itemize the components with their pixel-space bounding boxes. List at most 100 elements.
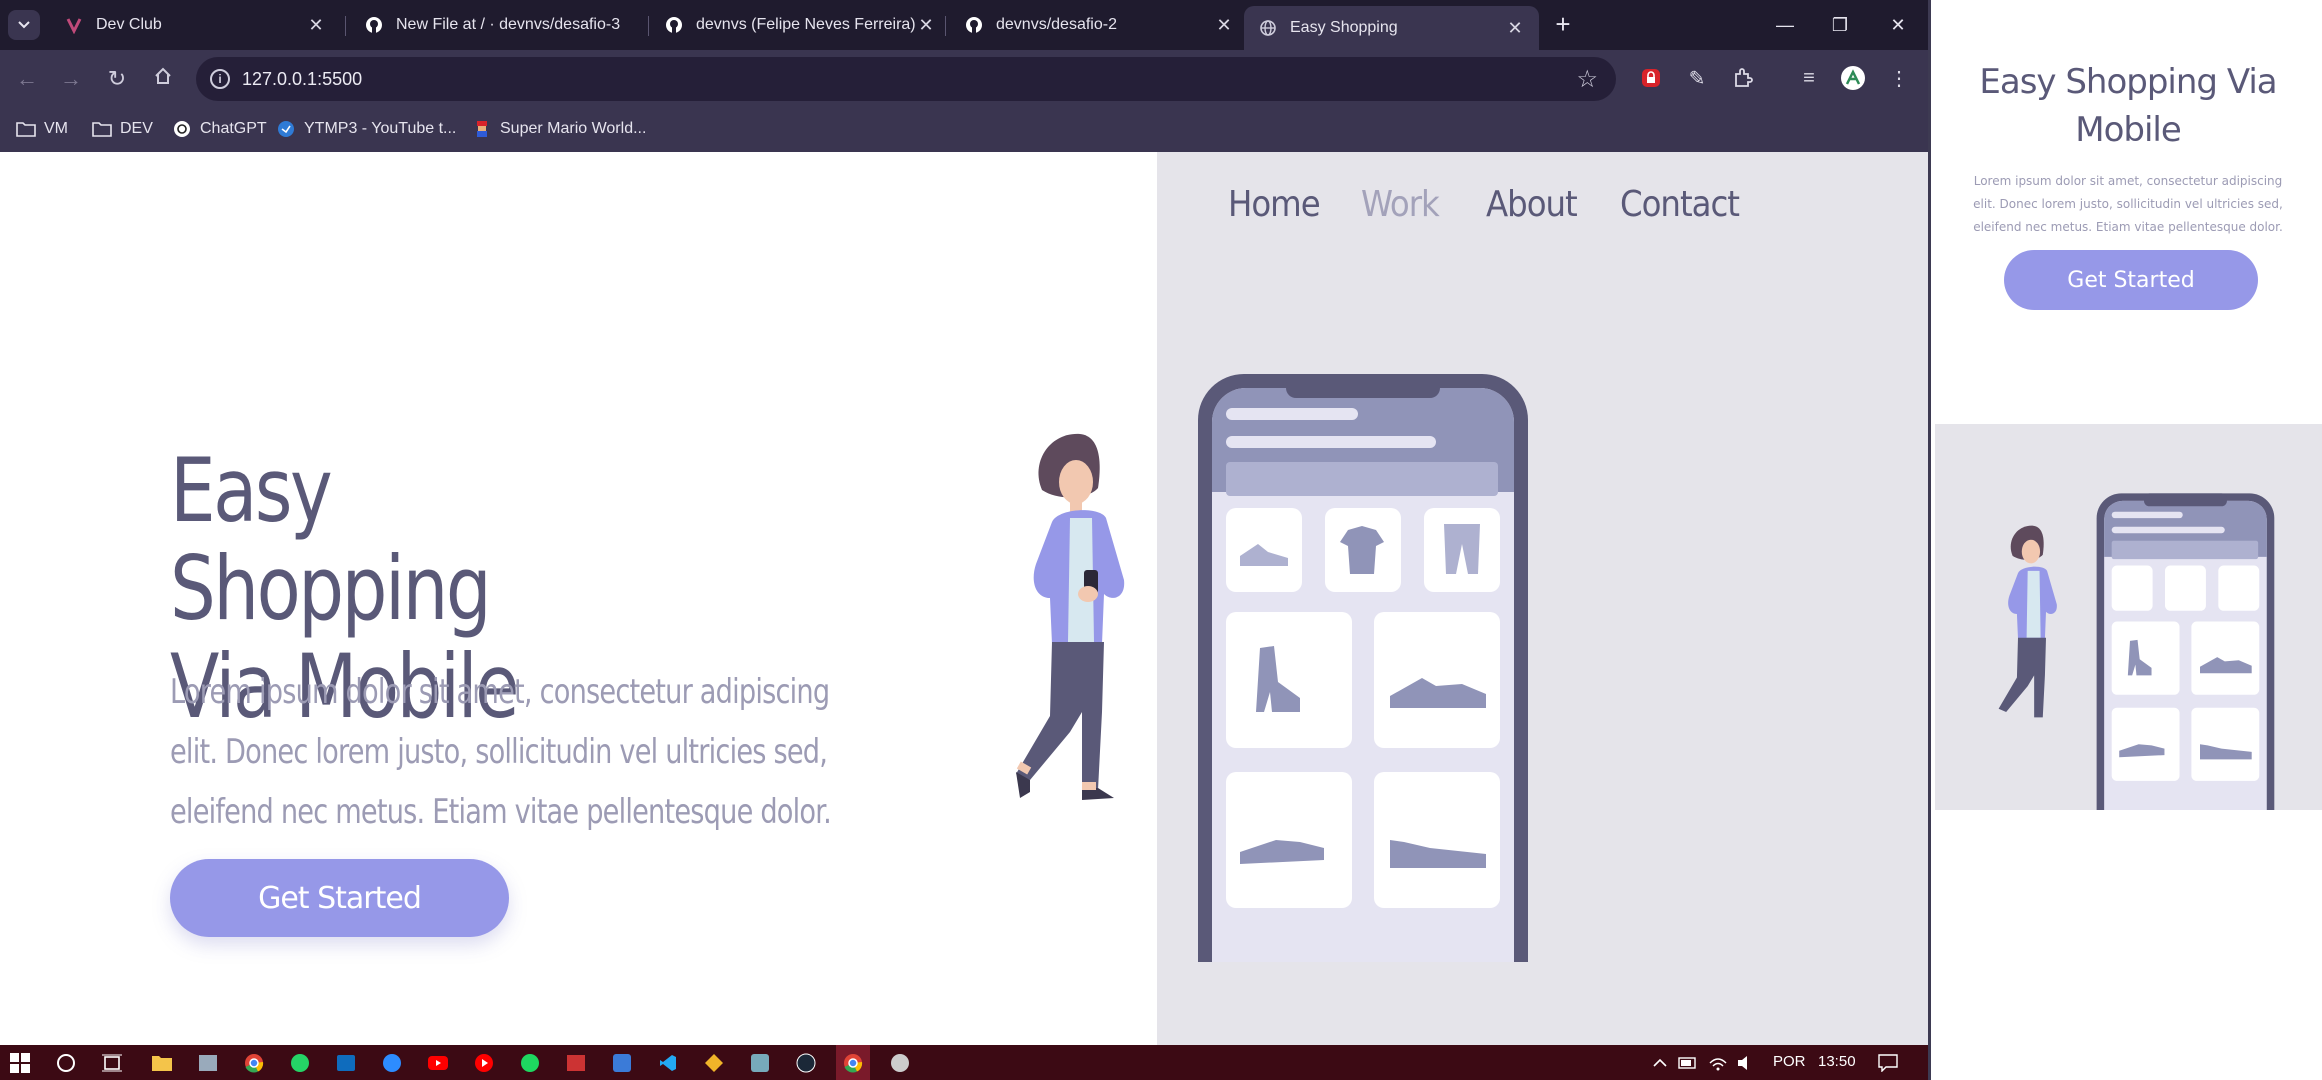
- new-tab-button[interactable]: +: [1550, 11, 1576, 38]
- tab-dev-club[interactable]: Dev Club ✕: [50, 6, 340, 44]
- bookmark-label: VM: [44, 120, 68, 137]
- mobile-preview-pane: Easy Shopping Via Mobile Lorem ipsum dol…: [1928, 0, 2322, 1080]
- extension-lock-icon[interactable]: [1638, 65, 1664, 91]
- bookmark-ytmp3[interactable]: YTMP3 - YouTube t...: [276, 117, 456, 141]
- vscode-icon[interactable]: [656, 1051, 680, 1075]
- home-icon: [155, 67, 171, 84]
- address-bar[interactable]: i 127.0.0.1:5500 ☆: [196, 57, 1616, 101]
- nav-home[interactable]: Home: [1228, 184, 1321, 225]
- tab-devnvs-profile[interactable]: devnvs (Felipe Neves Ferreira) ✕: [650, 6, 950, 44]
- task-view-icon[interactable]: [100, 1051, 124, 1075]
- wifi-icon[interactable]: [1706, 1051, 1730, 1075]
- chrome-active-icon[interactable]: [836, 1045, 870, 1080]
- reload-button[interactable]: ↻: [102, 64, 132, 94]
- nav-contact[interactable]: Contact: [1620, 184, 1740, 225]
- github-icon: [964, 15, 984, 35]
- close-icon[interactable]: ✕: [1214, 15, 1234, 36]
- youtube-icon[interactable]: [426, 1051, 450, 1075]
- volume-icon[interactable]: [1734, 1051, 1758, 1075]
- tab-title: devnvs/desafio-2: [996, 16, 1117, 33]
- profile-avatar[interactable]: [1840, 65, 1866, 91]
- forward-button[interactable]: →: [56, 64, 86, 94]
- bookmark-label: Super Mario World...: [500, 120, 647, 137]
- bookmark-vm[interactable]: VM: [16, 117, 68, 141]
- battery-icon[interactable]: [1676, 1051, 1700, 1075]
- page-viewport: Home Work About Contact Easy Shopping Vi…: [0, 152, 1928, 1045]
- restore-button[interactable]: ❐: [1820, 10, 1860, 40]
- home-button[interactable]: [148, 64, 178, 94]
- clock[interactable]: 13:50: [1818, 1053, 1856, 1070]
- tab-title: Dev Club: [96, 16, 162, 33]
- search-icon[interactable]: [54, 1051, 78, 1075]
- close-icon[interactable]: ✕: [306, 15, 326, 36]
- folder-icon: [92, 120, 112, 138]
- zoom-icon[interactable]: [380, 1051, 404, 1075]
- app-icon[interactable]: [748, 1051, 772, 1075]
- windows-start-icon[interactable]: [8, 1051, 32, 1075]
- mario-icon: [472, 120, 492, 138]
- tab-separator: [648, 16, 649, 36]
- bookmarks-bar: VM DEV ChatGPT YTMP3 - YouTube t... Supe…: [0, 107, 1928, 152]
- tab-title: New File at / · devnvs/desafio-3: [396, 16, 621, 33]
- whatsapp-icon[interactable]: [288, 1051, 312, 1075]
- github-icon: [364, 15, 384, 35]
- app-icon[interactable]: [564, 1051, 588, 1075]
- menu-kebab-icon[interactable]: ⋮: [1886, 65, 1912, 91]
- app-icon[interactable]: [702, 1051, 726, 1075]
- folder-icon: [16, 120, 36, 138]
- bookmark-dev[interactable]: DEV: [92, 117, 153, 141]
- hero-description: Lorem ipsum dolor sit amet, consectetur …: [170, 672, 832, 832]
- tab-desafio-3[interactable]: New File at / · devnvs/desafio-3: [350, 6, 648, 44]
- steam-icon[interactable]: [794, 1051, 818, 1075]
- mobile-illustration-panel: [1935, 424, 2322, 810]
- mobile-get-started-button[interactable]: Get Started: [2004, 250, 2258, 310]
- chatgpt-icon: [172, 120, 192, 138]
- bookmark-mario[interactable]: Super Mario World...: [472, 117, 646, 141]
- mobile-hero-description: Lorem ipsum dolor sit amet, consectetur …: [1973, 174, 2283, 234]
- tab-search-button[interactable]: [8, 10, 40, 40]
- bookmark-chatgpt[interactable]: ChatGPT: [172, 117, 267, 141]
- language-indicator[interactable]: POR: [1773, 1053, 1806, 1070]
- bookmark-label: DEV: [120, 120, 153, 137]
- outlook-icon[interactable]: [334, 1051, 358, 1075]
- spotify-icon[interactable]: [518, 1051, 542, 1075]
- devclub-icon: [64, 15, 84, 35]
- minimize-button[interactable]: —: [1765, 10, 1805, 40]
- back-button[interactable]: ←: [12, 64, 42, 94]
- app-icon[interactable]: [610, 1051, 634, 1075]
- youtube-music-icon[interactable]: [472, 1051, 496, 1075]
- close-window-button[interactable]: ✕: [1878, 10, 1918, 40]
- site-info-icon[interactable]: i: [210, 69, 230, 89]
- eyedropper-icon[interactable]: ✎: [1684, 65, 1710, 91]
- nav-about[interactable]: About: [1486, 184, 1578, 225]
- nav-work[interactable]: Work: [1361, 184, 1440, 225]
- tab-easy-shopping[interactable]: Easy Shopping ✕: [1244, 6, 1539, 50]
- media-control-icon[interactable]: ≡: [1796, 65, 1822, 91]
- close-icon[interactable]: ✕: [916, 15, 936, 36]
- get-started-button[interactable]: Get Started: [170, 859, 509, 937]
- phone-mockup: [1198, 374, 1528, 962]
- browser-window: Dev Club ✕ New File at / · devnvs/desafi…: [0, 0, 1928, 1080]
- app-icon[interactable]: [888, 1051, 912, 1075]
- shopping-illustration: [1016, 374, 1528, 962]
- chrome-icon[interactable]: [242, 1051, 266, 1075]
- mobile-hero-title: Easy Shopping Via Mobile: [1979, 62, 2277, 150]
- mobile-shopping-illustration: [1998, 493, 2275, 810]
- bookmark-label: YTMP3 - YouTube t...: [304, 120, 457, 137]
- bookmark-star-icon[interactable]: ☆: [1576, 65, 1598, 94]
- close-icon[interactable]: ✕: [1505, 18, 1525, 39]
- extensions-puzzle-icon[interactable]: [1730, 65, 1756, 91]
- bookmark-label: ChatGPT: [200, 120, 267, 137]
- chevron-down-icon: [18, 21, 30, 29]
- tab-separator: [345, 16, 346, 36]
- tab-title: devnvs (Felipe Neves Ferreira): [696, 16, 916, 33]
- notifications-icon[interactable]: [1876, 1051, 1900, 1075]
- file-explorer-icon[interactable]: [150, 1051, 174, 1075]
- github-icon: [664, 15, 684, 35]
- ytmp3-icon: [276, 120, 296, 138]
- chevron-up-icon[interactable]: [1648, 1051, 1672, 1075]
- tab-desafio-2[interactable]: devnvs/desafio-2 ✕: [950, 6, 1248, 44]
- app-icon[interactable]: [196, 1051, 220, 1075]
- windows-taskbar: POR 13:50: [0, 1045, 1928, 1080]
- tab-strip: Dev Club ✕ New File at / · devnvs/desafi…: [0, 0, 1928, 50]
